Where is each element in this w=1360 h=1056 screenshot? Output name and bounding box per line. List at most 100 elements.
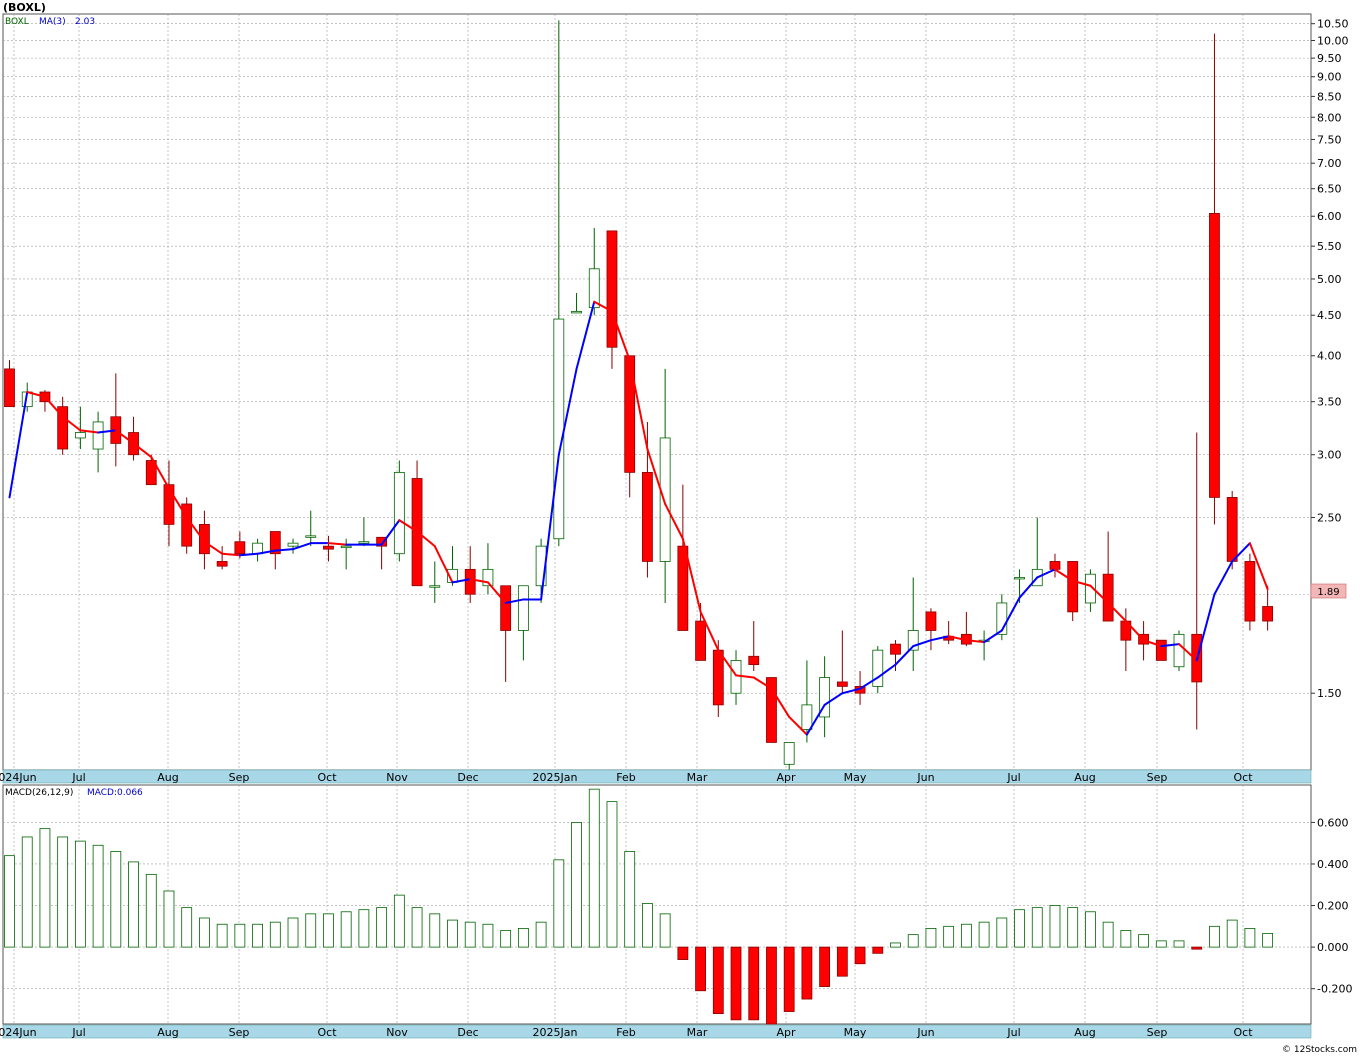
macd-bar xyxy=(1191,946,1203,950)
macd-bar xyxy=(411,907,423,948)
price-date-label: May xyxy=(844,771,867,784)
price-tick-label: 5.00 xyxy=(1317,273,1342,286)
macd-bar xyxy=(447,919,458,948)
chart-stage: (BOXL) 10.50 10.00 9.50 9.00 8.50 8.00 7.50 7.0… xyxy=(0,0,1360,1056)
macd-date-label: Aug xyxy=(157,1026,178,1039)
macd-bar xyxy=(181,907,193,948)
candle-body xyxy=(429,585,441,588)
candle-body xyxy=(199,524,210,555)
macd-bar xyxy=(1138,934,1149,948)
macd-bar xyxy=(340,911,352,948)
price-date-label: Dec xyxy=(457,771,478,784)
price-panel: 10.50 10.00 9.50 9.00 8.50 8.00 7.50 7.00 6.50 6.… xyxy=(0,13,1349,784)
macd-date-label: Jul xyxy=(71,1026,85,1039)
macd-bar xyxy=(730,946,742,1021)
legend-ma-value: 2.03 xyxy=(75,17,95,27)
price-tick-label: 3.00 xyxy=(1317,449,1342,462)
macd-date-label: 2024Jun xyxy=(0,1026,37,1039)
watermark: © 12Stocks.com xyxy=(1282,1045,1357,1055)
price-tick-label: 8.00 xyxy=(1317,111,1342,124)
candle-body xyxy=(163,484,175,525)
macd-bar xyxy=(482,923,494,948)
macd-bar xyxy=(1173,940,1185,948)
macd-bar xyxy=(996,917,1008,948)
macd-tick-label: 0.600 xyxy=(1317,816,1349,829)
price-date-label: Nov xyxy=(386,771,408,784)
macd-bar xyxy=(128,861,139,948)
price-tick-label: 10.00 xyxy=(1317,34,1349,47)
candle-body xyxy=(1155,639,1167,661)
price-date-label: Sep xyxy=(229,771,250,784)
macd-date-label: Jul xyxy=(1006,1026,1020,1039)
macd-bar xyxy=(464,921,476,948)
candle-body xyxy=(1102,573,1114,622)
candle-body xyxy=(606,230,618,348)
macd-bar xyxy=(57,836,69,948)
candle-body xyxy=(872,649,884,687)
macd-bar xyxy=(553,859,565,948)
macd-date-label: Feb xyxy=(616,1026,635,1039)
macd-date-label: Sep xyxy=(229,1026,250,1039)
candle-body xyxy=(1049,561,1061,570)
price-date-label: Jul xyxy=(1006,771,1020,784)
candle-body xyxy=(801,704,813,730)
macd-panel: 0.600 0.400 0.200 0.000 -0.200 2024Jun Jul Aug S… xyxy=(0,784,1352,1039)
price-date-label: Sep xyxy=(1147,771,1168,784)
macd-panel-frame xyxy=(2,784,1312,1025)
candle-body xyxy=(464,568,476,595)
candle-body xyxy=(1209,212,1220,498)
candle-body xyxy=(695,620,706,661)
macd-bar xyxy=(783,946,795,1012)
price-date-label: Jul xyxy=(71,771,85,784)
price-tick-label: 6.00 xyxy=(1317,210,1342,223)
macd-bar xyxy=(925,928,937,948)
price-tick-label: 4.00 xyxy=(1317,350,1342,363)
candle xyxy=(393,460,405,562)
macd-date-label: Jun xyxy=(916,1026,934,1039)
candle-body xyxy=(925,611,937,631)
macd-bar xyxy=(819,946,831,987)
legend-ticker: BOXL xyxy=(5,17,29,27)
macd-value-label: MACD:0.066 xyxy=(87,788,143,798)
candle-body xyxy=(305,535,317,538)
candle-body xyxy=(74,432,86,439)
price-date-label: Mar xyxy=(687,771,708,784)
candle-body xyxy=(216,561,228,567)
candle xyxy=(1155,639,1167,661)
candle-body xyxy=(1226,497,1238,562)
candle-body xyxy=(393,471,405,555)
price-date-label: Feb xyxy=(616,771,635,784)
candle-body xyxy=(783,742,795,765)
macd-tick-label: 0.200 xyxy=(1317,900,1349,913)
candle-body xyxy=(1014,577,1025,580)
macd-bar xyxy=(571,822,582,948)
macd-bar xyxy=(606,801,618,948)
macd-bar xyxy=(1262,932,1274,948)
macd-bar xyxy=(872,946,884,954)
candle xyxy=(1244,553,1256,631)
candle-body xyxy=(553,318,565,540)
candle-body xyxy=(571,311,582,314)
macd-tick-label: -0.200 xyxy=(1317,983,1352,996)
macd-bar xyxy=(588,788,600,948)
candle-body xyxy=(748,655,760,666)
candle-body xyxy=(1262,606,1274,622)
macd-bar xyxy=(393,894,405,948)
macd-bar xyxy=(199,917,210,948)
macd-tick-label: 0.400 xyxy=(1317,858,1349,871)
candle xyxy=(1067,561,1079,622)
candle-body xyxy=(517,585,529,631)
macd-bar xyxy=(801,946,813,1000)
candle-body xyxy=(1173,633,1185,668)
price-tick-label: 5.50 xyxy=(1317,240,1342,253)
candle xyxy=(411,460,423,587)
price-date-label: Aug xyxy=(157,771,178,784)
macd-bar xyxy=(1120,930,1132,948)
price-date-label: 2025Jan xyxy=(533,771,578,784)
macd-bar xyxy=(376,907,388,948)
macd-bar xyxy=(890,942,901,948)
candle-body xyxy=(730,660,742,694)
macd-bar xyxy=(1244,928,1256,948)
macd-bar xyxy=(535,921,547,948)
legend-ma-label: MA(3) xyxy=(39,17,66,27)
